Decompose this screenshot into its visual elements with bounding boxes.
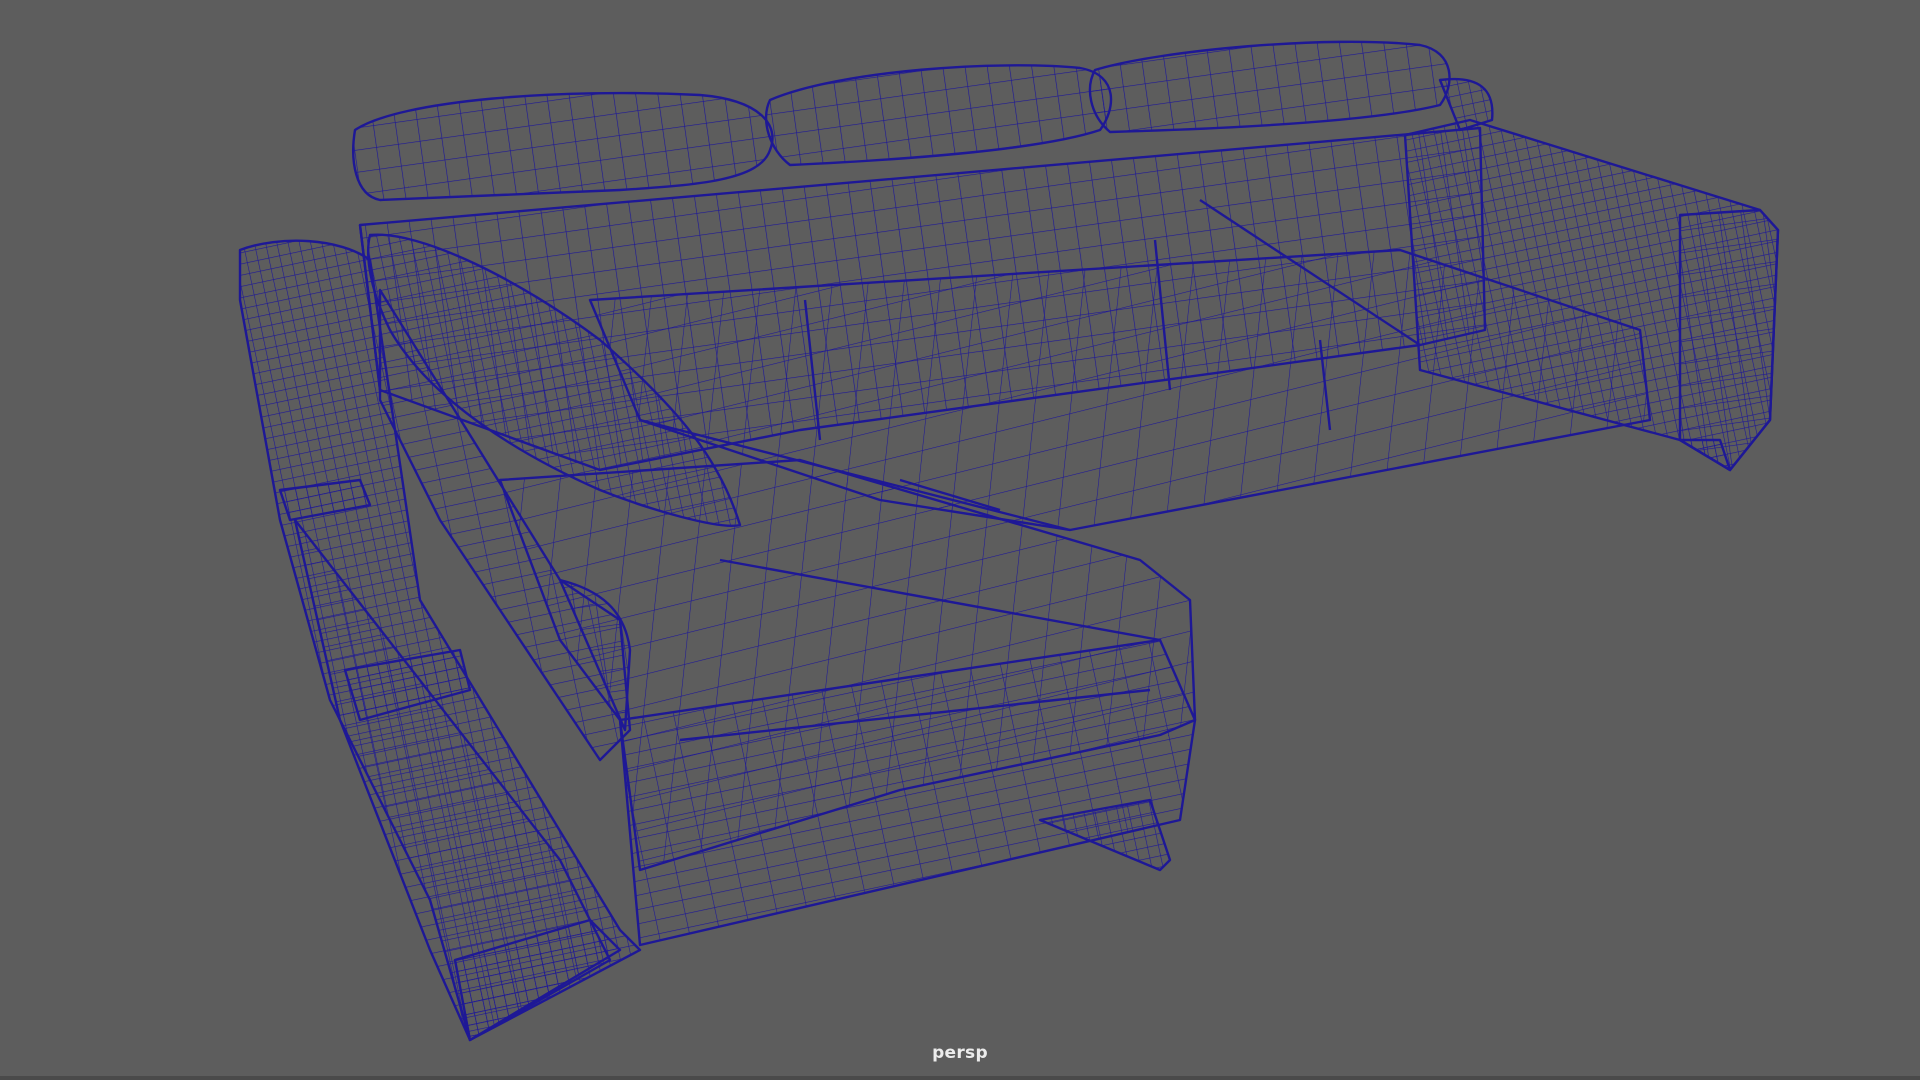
- camera-name-label: persp: [932, 1043, 988, 1063]
- right-leg: [1678, 438, 1732, 472]
- viewport-bottom-border: [0, 1076, 1920, 1080]
- headrest-cushion-1: [352, 91, 774, 202]
- maya-perspective-viewport[interactable]: persp: [0, 0, 1920, 1080]
- headrest-cushion-3: [1088, 40, 1451, 134]
- headrest-cushion-2: [764, 64, 1113, 167]
- sofa-wireframe-model[interactable]: [0, 0, 1920, 1080]
